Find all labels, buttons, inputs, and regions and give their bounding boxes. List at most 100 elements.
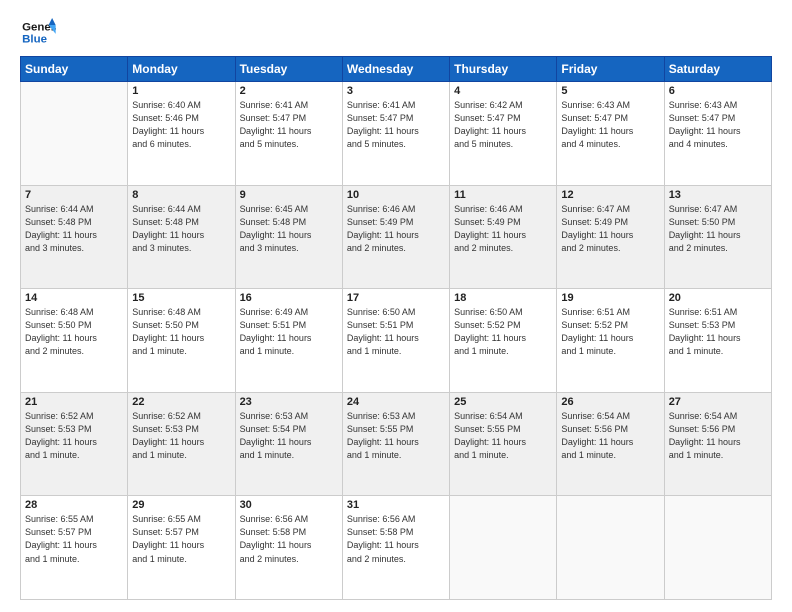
calendar-cell: 24 Sunrise: 6:53 AMSunset: 5:55 PMDayligh…	[342, 392, 449, 496]
day-number: 26	[561, 396, 659, 408]
day-info: Sunrise: 6:56 AMSunset: 5:58 PMDaylight:…	[347, 513, 445, 565]
day-info: Sunrise: 6:52 AMSunset: 5:53 PMDaylight:…	[132, 410, 230, 462]
calendar-cell	[557, 496, 664, 600]
day-info: Sunrise: 6:50 AMSunset: 5:52 PMDaylight:…	[454, 306, 552, 358]
day-info: Sunrise: 6:47 AMSunset: 5:49 PMDaylight:…	[561, 203, 659, 255]
calendar-weekday-friday: Friday	[557, 57, 664, 82]
calendar-cell: 28Sunrise: 6:55 AMSunset: 5:57 PMDayligh…	[21, 496, 128, 600]
day-number: 7	[25, 189, 123, 201]
calendar-cell: 4 Sunrise: 6:42 AMSunset: 5:47 PMDaylight…	[450, 82, 557, 186]
day-number: 22	[132, 396, 230, 408]
calendar-table: SundayMondayTuesdayWednesdayThursdayFrid…	[20, 56, 772, 600]
day-number: 3	[347, 85, 445, 97]
calendar-weekday-sunday: Sunday	[21, 57, 128, 82]
day-number: 21	[25, 396, 123, 408]
svg-text:Blue: Blue	[22, 34, 47, 46]
calendar-cell: 14 Sunrise: 6:48 AMSunset: 5:50 PMDayligh…	[21, 289, 128, 393]
calendar-cell: 29 Sunrise: 6:55 AMSunset: 5:57 PMDayligh…	[128, 496, 235, 600]
day-number: 6	[669, 85, 767, 97]
calendar-cell	[664, 496, 771, 600]
day-number: 19	[561, 292, 659, 304]
day-number: 2	[240, 85, 338, 97]
day-number: 15	[132, 292, 230, 304]
calendar-cell: 10 Sunrise: 6:46 AMSunset: 5:49 PMDayligh…	[342, 185, 449, 289]
day-number: 30	[240, 499, 338, 511]
calendar-weekday-tuesday: Tuesday	[235, 57, 342, 82]
header: General Blue	[20, 18, 772, 48]
day-number: 20	[669, 292, 767, 304]
day-info: Sunrise: 6:43 AMSunset: 5:47 PMDaylight:…	[561, 99, 659, 151]
day-info: Sunrise: 6:56 AMSunset: 5:58 PMDaylight:…	[240, 513, 338, 565]
day-number: 16	[240, 292, 338, 304]
calendar-weekday-wednesday: Wednesday	[342, 57, 449, 82]
day-number: 25	[454, 396, 552, 408]
calendar-cell: 12 Sunrise: 6:47 AMSunset: 5:49 PMDayligh…	[557, 185, 664, 289]
calendar-cell	[21, 82, 128, 186]
day-info: Sunrise: 6:49 AMSunset: 5:51 PMDaylight:…	[240, 306, 338, 358]
day-number: 29	[132, 499, 230, 511]
day-info: Sunrise: 6:43 AMSunset: 5:47 PMDaylight:…	[669, 99, 767, 151]
calendar-cell: 1Sunrise: 6:40 AMSunset: 5:46 PMDaylight…	[128, 82, 235, 186]
calendar-cell: 27 Sunrise: 6:54 AMSunset: 5:56 PMDayligh…	[664, 392, 771, 496]
day-info: Sunrise: 6:52 AMSunset: 5:53 PMDaylight:…	[25, 410, 123, 462]
day-number: 23	[240, 396, 338, 408]
calendar-cell: 3Sunrise: 6:41 AMSunset: 5:47 PMDaylight…	[342, 82, 449, 186]
calendar-cell: 15Sunrise: 6:48 AMSunset: 5:50 PMDayligh…	[128, 289, 235, 393]
calendar-cell	[450, 496, 557, 600]
calendar-cell: 9 Sunrise: 6:45 AMSunset: 5:48 PMDaylight…	[235, 185, 342, 289]
day-info: Sunrise: 6:44 AMSunset: 5:48 PMDaylight:…	[132, 203, 230, 255]
calendar-cell: 11Sunrise: 6:46 AMSunset: 5:49 PMDayligh…	[450, 185, 557, 289]
day-number: 13	[669, 189, 767, 201]
day-number: 9	[240, 189, 338, 201]
day-info: Sunrise: 6:51 AMSunset: 5:52 PMDaylight:…	[561, 306, 659, 358]
calendar-cell: 17Sunrise: 6:50 AMSunset: 5:51 PMDayligh…	[342, 289, 449, 393]
page: General Blue SundayMondayTuesdayWednesda…	[0, 0, 792, 612]
day-number: 4	[454, 85, 552, 97]
day-number: 27	[669, 396, 767, 408]
calendar-cell: 20 Sunrise: 6:51 AMSunset: 5:53 PMDayligh…	[664, 289, 771, 393]
day-number: 14	[25, 292, 123, 304]
calendar-cell: 16 Sunrise: 6:49 AMSunset: 5:51 PMDayligh…	[235, 289, 342, 393]
calendar-cell: 18Sunrise: 6:50 AMSunset: 5:52 PMDayligh…	[450, 289, 557, 393]
calendar-cell: 6 Sunrise: 6:43 AMSunset: 5:47 PMDaylight…	[664, 82, 771, 186]
calendar-header-row: SundayMondayTuesdayWednesdayThursdayFrid…	[21, 57, 772, 82]
day-info: Sunrise: 6:54 AMSunset: 5:56 PMDaylight:…	[669, 410, 767, 462]
calendar-cell: 2Sunrise: 6:41 AMSunset: 5:47 PMDaylight…	[235, 82, 342, 186]
calendar-cell: 31 Sunrise: 6:56 AMSunset: 5:58 PMDayligh…	[342, 496, 449, 600]
day-info: Sunrise: 6:50 AMSunset: 5:51 PMDaylight:…	[347, 306, 445, 358]
day-number: 12	[561, 189, 659, 201]
day-info: Sunrise: 6:55 AMSunset: 5:57 PMDaylight:…	[132, 513, 230, 565]
day-number: 8	[132, 189, 230, 201]
calendar-weekday-thursday: Thursday	[450, 57, 557, 82]
calendar-cell: 26 Sunrise: 6:54 AMSunset: 5:56 PMDayligh…	[557, 392, 664, 496]
calendar-cell: 23 Sunrise: 6:53 AMSunset: 5:54 PMDayligh…	[235, 392, 342, 496]
day-number: 10	[347, 189, 445, 201]
day-info: Sunrise: 6:42 AMSunset: 5:47 PMDaylight:…	[454, 99, 552, 151]
day-info: Sunrise: 6:54 AMSunset: 5:55 PMDaylight:…	[454, 410, 552, 462]
calendar-cell: 30 Sunrise: 6:56 AMSunset: 5:58 PMDayligh…	[235, 496, 342, 600]
calendar-cell: 7Sunrise: 6:44 AMSunset: 5:48 PMDaylight…	[21, 185, 128, 289]
calendar-week-row: 1Sunrise: 6:40 AMSunset: 5:46 PMDaylight…	[21, 82, 772, 186]
logo-icon: General Blue	[20, 18, 56, 48]
day-info: Sunrise: 6:53 AMSunset: 5:54 PMDaylight:…	[240, 410, 338, 462]
calendar-cell: 21 Sunrise: 6:52 AMSunset: 5:53 PMDayligh…	[21, 392, 128, 496]
day-number: 28	[25, 499, 123, 511]
day-info: Sunrise: 6:51 AMSunset: 5:53 PMDaylight:…	[669, 306, 767, 358]
day-number: 24	[347, 396, 445, 408]
day-number: 5	[561, 85, 659, 97]
day-info: Sunrise: 6:53 AMSunset: 5:55 PMDaylight:…	[347, 410, 445, 462]
calendar-week-row: 7 Sunrise: 6:44 AMSunset: 5:48 PMDaylight…	[21, 185, 772, 289]
calendar-week-row: 21 Sunrise: 6:52 AMSunset: 5:53 PMDayligh…	[21, 392, 772, 496]
day-number: 31	[347, 499, 445, 511]
calendar-weekday-saturday: Saturday	[664, 57, 771, 82]
day-info: Sunrise: 6:46 AMSunset: 5:49 PMDaylight:…	[347, 203, 445, 255]
day-info: Sunrise: 6:54 AMSunset: 5:56 PMDaylight:…	[561, 410, 659, 462]
calendar-week-row: 28 Sunrise: 6:55 AMSunset: 5:57 PMDayligh…	[21, 496, 772, 600]
day-info: Sunrise: 6:48 AMSunset: 5:50 PMDaylight:…	[25, 306, 123, 358]
day-info: Sunrise: 6:47 AMSunset: 5:50 PMDaylight:…	[669, 203, 767, 255]
calendar-cell: 5 Sunrise: 6:43 AMSunset: 5:47 PMDaylight…	[557, 82, 664, 186]
day-info: Sunrise: 6:45 AMSunset: 5:48 PMDaylight:…	[240, 203, 338, 255]
logo: General Blue	[20, 18, 56, 48]
day-info: Sunrise: 6:40 AMSunset: 5:46 PMDaylight:…	[132, 99, 230, 151]
day-info: Sunrise: 6:46 AMSunset: 5:49 PMDaylight:…	[454, 203, 552, 255]
